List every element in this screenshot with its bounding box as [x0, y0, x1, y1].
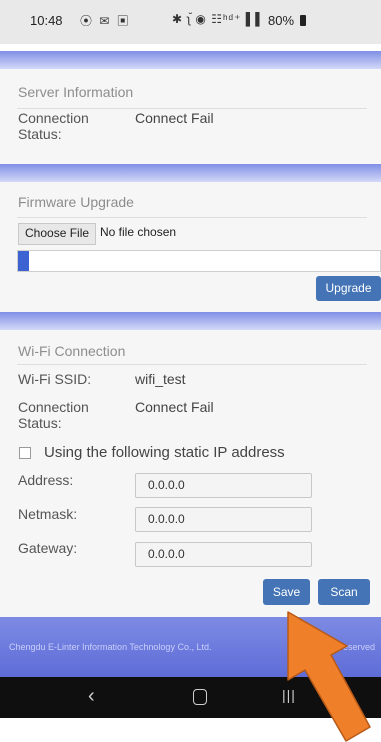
wifi-title: Wi-Fi Connection — [18, 343, 126, 359]
section-header-band — [0, 164, 381, 182]
phone-screen: 10:48 ⦿ ✉ ▣ ✱ ʅ̆ ◉ ☷ʰᵈ⁺ ▌▌ 80% Server In… — [0, 0, 381, 718]
footer-copyright: Chengdu E-Linter Information Technology … — [9, 642, 212, 652]
section-header-band — [0, 51, 381, 69]
back-icon[interactable]: ‹ — [88, 685, 95, 708]
gateway-input[interactable]: 0.0.0.0 — [135, 542, 312, 567]
gateway-label: Gateway: — [18, 540, 78, 556]
notification-icons: ⦿ ✉ ▣ — [80, 14, 131, 28]
netmask-label: Netmask: — [18, 506, 78, 522]
wifi-ssid-value: wifi_test — [135, 371, 186, 387]
server-info-section: Server Information Connection Status: Co… — [0, 69, 381, 164]
status-time: 10:48 — [30, 13, 63, 28]
recent-apps-icon[interactable]: ||| — [282, 687, 296, 703]
save-button[interactable]: Save — [263, 579, 310, 605]
battery-icon — [300, 15, 306, 26]
wifi-connection-status-label: Connection — [18, 399, 89, 415]
firmware-title: Firmware Upgrade — [18, 194, 134, 210]
footer-copyright-end: eserved — [343, 642, 376, 652]
choose-file-button[interactable]: Choose File — [18, 223, 97, 245]
static-ip-checkbox[interactable] — [19, 447, 31, 459]
upload-progress-bar — [17, 250, 381, 272]
file-chosen-status: No file chosen — [100, 225, 177, 239]
address-label: Address: — [18, 472, 74, 488]
wifi-connection-status: Connect Fail — [135, 399, 214, 415]
battery-percentage: 80% — [268, 13, 295, 28]
section-header-band — [0, 312, 381, 330]
status-bar: 10:48 ⦿ ✉ ▣ ✱ ʅ̆ ◉ ☷ʰᵈ⁺ ▌▌ 80% — [0, 0, 381, 44]
divider — [17, 364, 367, 365]
divider — [17, 217, 367, 218]
server-info-title: Server Information — [18, 84, 134, 100]
address-input[interactable]: 0.0.0.0 — [135, 473, 312, 498]
server-connection-status: Connect Fail — [135, 110, 214, 126]
netmask-input[interactable]: 0.0.0.0 — [135, 507, 312, 532]
page-footer: Chengdu E-Linter Information Technology … — [0, 617, 381, 677]
system-icons: ✱ ʅ̆ ◉ ☷ʰᵈ⁺ ▌▌ — [172, 12, 265, 26]
scan-button[interactable]: Scan — [318, 579, 370, 605]
connection-status-label-2: Status: — [18, 126, 62, 142]
connection-status-label: Connection — [18, 110, 89, 126]
upload-progress-fill — [18, 251, 29, 271]
upgrade-button[interactable]: Upgrade — [316, 276, 381, 301]
home-icon[interactable] — [193, 689, 207, 705]
divider — [17, 108, 367, 109]
wifi-ssid-label: Wi-Fi SSID: — [18, 371, 92, 387]
android-nav-bar: ‹ ||| — [0, 677, 381, 718]
static-ip-label: Using the following static IP address — [44, 444, 285, 461]
wifi-connection-status-label-2: Status: — [18, 415, 62, 431]
